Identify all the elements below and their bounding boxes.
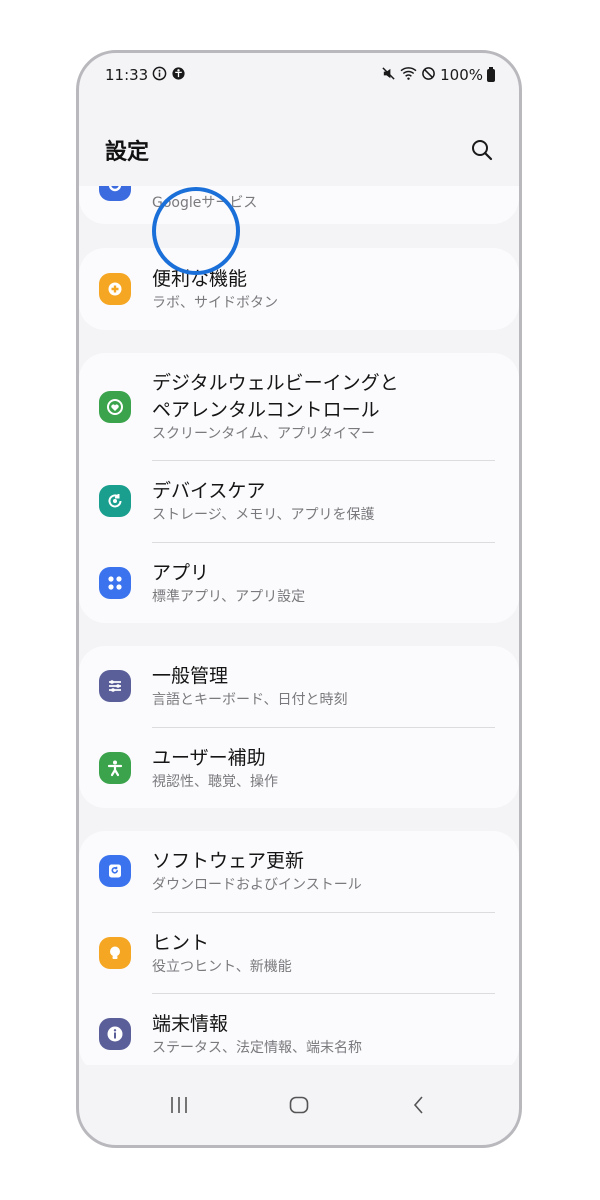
home-icon	[289, 1096, 309, 1114]
settings-item-apps[interactable]: アプリ 標準アプリ、アプリ設定	[79, 543, 519, 623]
status-bar: 11:33 100%	[79, 53, 519, 97]
settings-item-tips[interactable]: ヒント 役立つヒント、新機能	[79, 913, 519, 993]
settings-item-subtitle: 言語とキーボード、日付と時刻	[152, 692, 348, 708]
info-icon	[99, 1018, 131, 1050]
settings-item-digital-wellbeing[interactable]: デジタルウェルビーイングと ペアレンタルコントロール スクリーンタイム、アプリタ…	[79, 353, 519, 460]
back-icon	[413, 1096, 423, 1114]
status-left: 11:33	[105, 66, 186, 85]
wifi-icon	[400, 66, 417, 85]
accessibility-icon	[99, 752, 131, 784]
sliders-icon	[99, 670, 131, 702]
settings-card-wellbeing: デジタルウェルビーイングと ペアレンタルコントロール スクリーンタイム、アプリタ…	[79, 353, 519, 623]
apps-grid-icon	[99, 567, 131, 599]
settings-item-title: ソフトウェア更新	[152, 850, 305, 872]
settings-item-subtitle: ラボ、サイドボタン	[152, 294, 278, 311]
settings-item-subtitle: ステータス、法定情報、端末名称	[152, 1039, 362, 1056]
settings-item-subtitle: 視認性、聴覚、操作	[152, 773, 278, 790]
settings-card-general: 一般管理 言語とキーボード、日付と時刻 ユーザー補助 視認性、聴覚、操作	[79, 646, 519, 808]
settings-item-software-update[interactable]: ソフトウェア更新 ダウンロードおよびインストール	[79, 831, 519, 912]
dnd-icon	[421, 66, 436, 85]
settings-item-about-phone[interactable]: 端末情報 ステータス、法定情報、端末名称	[79, 994, 519, 1065]
settings-item-general-management[interactable]: 一般管理 言語とキーボード、日付と時刻	[79, 646, 519, 727]
settings-item-title-line2: ペアレンタルコントロール	[152, 398, 380, 421]
lightbulb-icon	[99, 937, 131, 969]
battery-text: 100%	[440, 66, 483, 84]
settings-item-subtitle: 役立つヒント、新機能	[152, 958, 292, 975]
battery-icon	[487, 66, 495, 82]
settings-item-title: デジタルウェルビーイングと	[152, 371, 399, 394]
settings-item-title: 一般管理	[152, 665, 229, 687]
settings-item-title: 端末情報	[152, 1012, 229, 1035]
settings-item-advanced-features[interactable]: 便利な機能 ラボ、サイドボタン	[79, 248, 519, 330]
settings-item-subtitle: ストレージ、メモリ、アプリを保護	[152, 507, 375, 523]
settings-item-google[interactable]: Googleサービス	[79, 186, 519, 224]
settings-item-title: デバイスケア	[152, 480, 266, 502]
settings-card-advanced: 便利な機能 ラボ、サイドボタン	[79, 248, 519, 330]
settings-item-title: アプリ	[152, 561, 210, 584]
phone-frame: 11:33 100% 設定 Googleサービス 便利な機能 ラボ、サイドボタン…	[76, 50, 522, 1148]
settings-item-device-care[interactable]: デバイスケア ストレージ、メモリ、アプリを保護	[79, 461, 519, 542]
settings-card-about: ソフトウェア更新 ダウンロードおよびインストール ヒント 役立つヒント、新機能	[79, 831, 519, 1065]
recents-icon	[171, 1097, 187, 1113]
settings-item-subtitle: スクリーンタイム、アプリタイマー	[152, 425, 376, 442]
back-button[interactable]	[389, 1085, 449, 1125]
refresh-icon	[99, 485, 131, 517]
google-icon	[99, 186, 131, 201]
heart-circle-icon	[99, 391, 131, 423]
settings-item-subtitle: Googleサービス	[152, 195, 258, 211]
mute-icon	[381, 66, 396, 85]
status-time: 11:33	[105, 66, 149, 84]
recents-button[interactable]	[149, 1085, 209, 1125]
plus-gear-icon	[99, 273, 131, 305]
settings-card-google: Googleサービス	[79, 186, 519, 224]
header: 設定	[79, 123, 519, 177]
search-icon	[472, 140, 493, 161]
search-button[interactable]	[469, 137, 495, 163]
settings-item-subtitle: 標準アプリ、アプリ設定	[152, 588, 306, 605]
settings-item-subtitle: ダウンロードおよびインストール	[152, 877, 362, 893]
settings-item-accessibility[interactable]: ユーザー補助 視認性、聴覚、操作	[79, 728, 519, 808]
software-update-icon	[99, 855, 131, 887]
accessibility-status-icon	[171, 66, 186, 85]
info-icon	[152, 66, 167, 85]
navigation-bar	[79, 1065, 519, 1145]
home-button[interactable]	[269, 1085, 329, 1125]
page-title: 設定	[105, 140, 150, 165]
settings-item-title: ヒント	[152, 931, 210, 954]
settings-list[interactable]: Googleサービス 便利な機能 ラボ、サイドボタン デジタルウェルビーイングと…	[79, 186, 519, 1065]
status-right: 100%	[381, 66, 495, 85]
settings-item-title: ユーザー補助	[152, 746, 266, 769]
settings-item-title: 便利な機能	[152, 267, 248, 290]
